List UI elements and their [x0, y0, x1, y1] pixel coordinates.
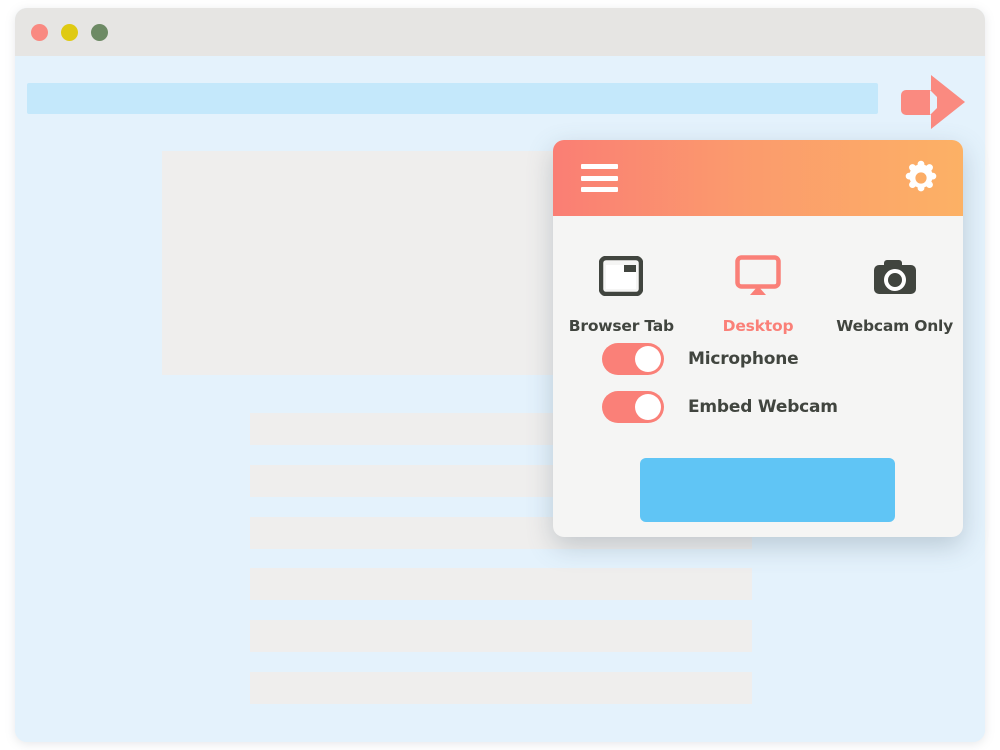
traffic-lights — [31, 24, 108, 41]
browser-tab-icon — [599, 254, 643, 298]
mode-label: Desktop — [723, 317, 794, 335]
text-line-placeholder — [250, 672, 752, 704]
mode-label: Webcam Only — [836, 317, 953, 335]
hamburger-menu-icon[interactable] — [581, 164, 618, 192]
mode-webcam-only[interactable]: Webcam Only — [826, 216, 963, 368]
close-window-button[interactable] — [31, 24, 48, 41]
desktop-monitor-icon — [735, 254, 781, 298]
embed-webcam-toggle-label: Embed Webcam — [688, 397, 838, 417]
microphone-toggle-label: Microphone — [688, 349, 798, 369]
window-titlebar — [15, 8, 985, 56]
hamburger-bar — [581, 187, 618, 192]
hamburger-bar — [581, 176, 618, 181]
mode-label: Browser Tab — [569, 317, 674, 335]
video-camera-play-icon — [899, 73, 967, 131]
embed-webcam-toggle[interactable] — [602, 391, 664, 423]
gear-icon[interactable] — [903, 160, 939, 196]
toggle-row-embed-webcam: Embed Webcam — [602, 391, 838, 423]
popup-header — [553, 140, 963, 216]
toggle-knob — [635, 346, 661, 372]
start-recording-button[interactable] — [640, 458, 895, 522]
address-bar-input[interactable] — [27, 83, 878, 114]
text-line-placeholder — [250, 620, 752, 652]
minimize-window-button[interactable] — [61, 24, 78, 41]
text-line-placeholder — [250, 568, 752, 600]
toggle-row-microphone: Microphone — [602, 343, 798, 375]
recorder-popup: Browser Tab Desktop — [553, 140, 963, 537]
hamburger-bar — [581, 164, 618, 169]
maximize-window-button[interactable] — [91, 24, 108, 41]
toggle-knob — [635, 394, 661, 420]
camera-icon — [872, 254, 918, 298]
microphone-toggle[interactable] — [602, 343, 664, 375]
screenshot-root: Browser Tab Desktop — [0, 0, 1000, 750]
